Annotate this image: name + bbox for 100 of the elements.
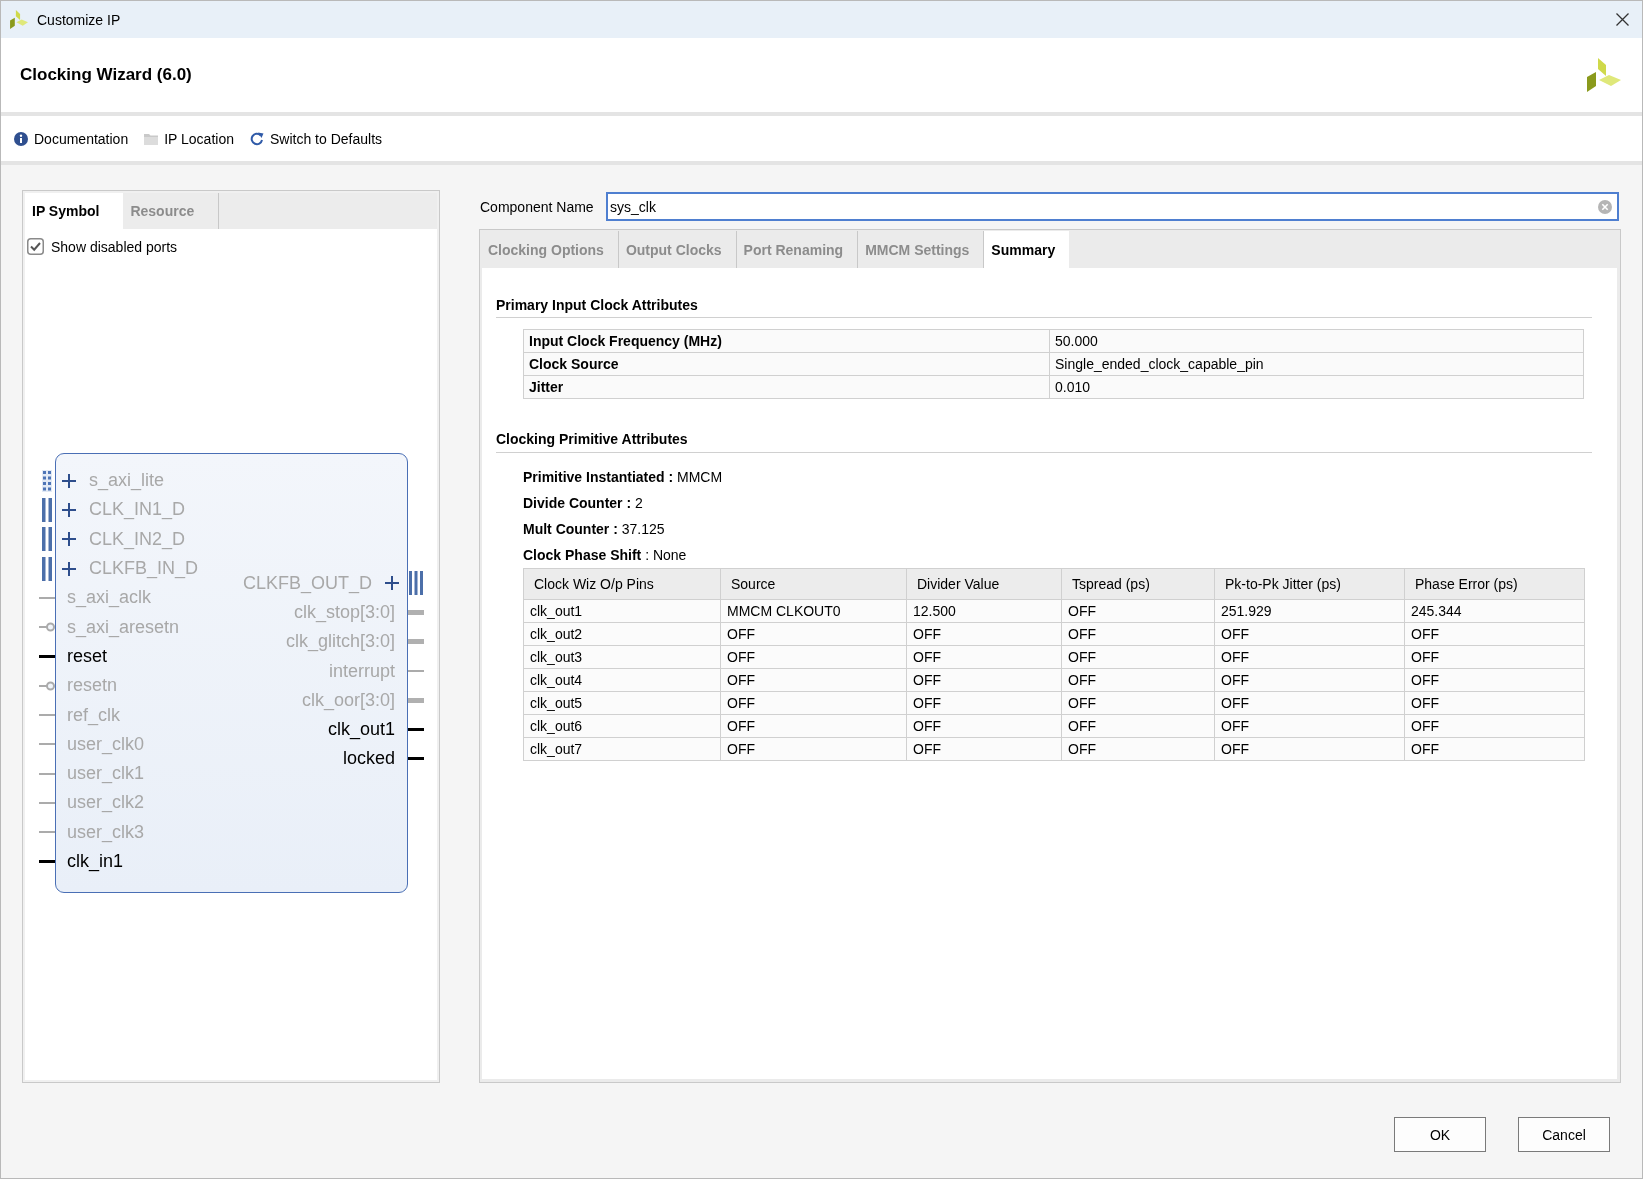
pin-line-icon [39,801,55,804]
table-cell: Clock Source [523,352,1050,376]
attribute-line: Primitive Instantiated : MMCM [523,468,724,487]
table-cell: 251.929 [1214,599,1405,623]
column-header: Tspread (ps) [1061,568,1215,600]
port-label: interrupt [328,660,395,682]
dialog-button[interactable]: OK [1394,1117,1486,1152]
info-icon [14,131,28,146]
table-cell: OFF [906,691,1062,715]
dialog-title: Clocking Wizard (6.0) [20,65,192,85]
toolbar-link[interactable]: Documentation [14,130,129,147]
interface-bars-icon [42,556,52,581]
table-cell: OFF [1404,622,1585,646]
port-label: resetn [67,675,118,697]
table-cell: OFF [906,645,1062,669]
window-title: Customize IP [37,11,121,28]
table-cell: OFF [1214,668,1405,692]
table-cell: OFF [906,668,1062,692]
interface-bars-icon [42,527,52,552]
checkbox-label: Show disabled ports [51,238,178,255]
logo-icon [1585,58,1621,92]
field-label: Component Name [479,198,594,215]
table-cell: Single_ended_clock_capable_pin [1049,352,1584,376]
table-cell: OFF [720,691,907,715]
table-cell: clk_out5 [523,691,721,715]
table-cell: Input Clock Frequency (MHz) [523,329,1050,353]
table-cell: 50.000 [1049,329,1584,353]
table-cell: OFF [1061,645,1215,669]
table-cell: OFF [720,668,907,692]
table-cell: OFF [720,737,907,761]
close-icon[interactable] [1616,13,1629,26]
pin-line-icon [39,714,55,716]
column-header: Pk-to-Pk Jitter (ps) [1214,568,1405,600]
port-label: clk_oor[3:0] [301,689,395,711]
table-cell: 245.344 [1404,599,1585,623]
table-cell: OFF [1061,737,1215,761]
plus-icon[interactable] [62,473,76,488]
port-label: locked [342,748,395,770]
table-cell: 12.500 [906,599,1062,623]
table-cell: clk_out2 [523,622,721,646]
plus-icon[interactable] [62,532,76,547]
pin-line-icon [408,670,424,673]
table-cell: clk_out3 [523,645,721,669]
text-field[interactable]: sys_clk [606,192,1619,221]
port-label: reset [67,645,108,667]
inverted-pin-icon [39,622,55,633]
port-label: clk_glitch[3:0] [285,631,395,653]
table-cell: OFF [720,645,907,669]
table-cell: OFF [1404,714,1585,738]
table-cell: OFF [906,737,1062,761]
table-cell: Jitter [523,375,1050,399]
pin-line-icon [39,772,55,775]
table-cell: OFF [1061,622,1215,646]
table-cell: OFF [1061,599,1215,623]
port-label: s_axi_aclk [67,587,152,609]
port-label: clk_out1 [327,719,395,741]
table-cell: OFF [1404,668,1585,692]
panel-tab[interactable]: IP Symbol [25,193,124,229]
table-cell: OFF [1061,714,1215,738]
toolbar-link[interactable]: Switch to Defaults [249,130,383,147]
table-cell: OFF [1214,645,1405,669]
column-header: Source [720,568,907,600]
port-label: CLKFB_OUT_D [242,572,372,594]
port-label: user_clk0 [67,733,145,755]
port-label: clk_in1 [67,851,124,872]
plus-icon[interactable] [62,561,76,576]
column-header: Phase Error (ps) [1404,568,1585,600]
table-cell: OFF [1404,645,1585,669]
toolbar-link[interactable]: IP Location [144,130,234,147]
section-heading: Primary Input Clock Attributes [496,296,699,314]
table-cell: clk_out4 [523,668,721,692]
settings-tab[interactable]: Summary [984,231,1070,268]
table-cell: OFF [1214,714,1405,738]
table-cell: OFF [1214,622,1405,646]
pin-line-icon [39,831,55,834]
column-header: Divider Value [906,568,1062,600]
plus-icon[interactable] [62,502,76,517]
table-cell: OFF [720,622,907,646]
attribute-line: Divide Counter : 2 [523,494,644,513]
interface-bars-icon [42,497,52,522]
port-label: CLK_IN2_D [89,528,186,550]
table-cell: OFF [1214,691,1405,715]
table-cell: OFF [1061,668,1215,692]
table-cell: OFF [906,714,1062,738]
checkbox[interactable] [27,238,44,255]
pin-line-icon [39,596,55,599]
port-label: CLK_IN1_D [89,499,186,521]
dialog-button[interactable]: Cancel [1518,1117,1610,1152]
table-cell: clk_out1 [523,599,721,623]
table-cell: MMCM CLKOUT0 [720,599,907,623]
table-cell: OFF [906,622,1062,646]
section-heading: Clocking Primitive Attributes [496,430,689,448]
refresh-icon [249,131,264,146]
table-cell: clk_out7 [523,737,721,761]
port-label: user_clk3 [67,821,145,843]
port-label: clk_stop[3:0] [293,601,395,623]
port-label: CLKFB_IN_D [89,558,199,580]
attribute-line: Clock Phase Shift : None [523,546,688,565]
table-cell: OFF [1061,691,1215,715]
plus-icon[interactable] [385,576,399,591]
